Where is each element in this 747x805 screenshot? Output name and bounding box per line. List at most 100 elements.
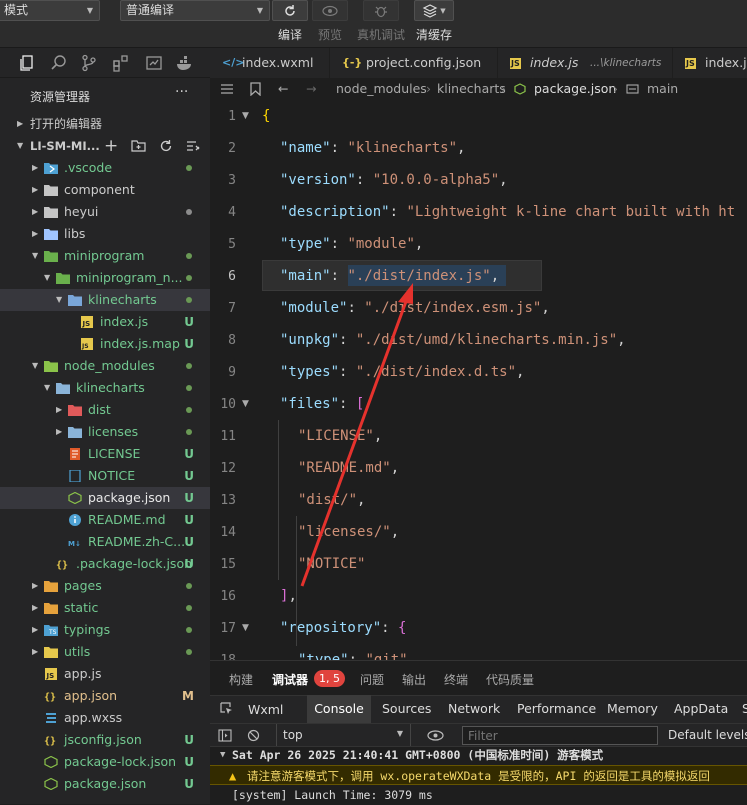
docker-icon[interactable]: [176, 54, 194, 72]
chevron-down-icon: ▼: [440, 6, 446, 15]
tree-item[interactable]: JS index.js U: [0, 311, 210, 333]
tree-item[interactable]: LICENSE U: [0, 443, 210, 465]
tab-code-quality[interactable]: 代码质量: [486, 671, 534, 688]
tab-project-config-json[interactable]: {-} project.config.json: [330, 48, 498, 78]
tree-item[interactable]: {} .package-lock.json U: [0, 553, 210, 575]
fold-chevron-icon[interactable]: ▼: [242, 111, 249, 121]
line-number: 15: [220, 557, 236, 572]
tree-item[interactable]: ▶ licenses: [0, 421, 210, 443]
new-folder-icon[interactable]: [131, 139, 146, 152]
devtools-tab-console[interactable]: Console: [307, 695, 371, 723]
tab-debugger[interactable]: 调试器: [272, 671, 308, 688]
refresh-icon[interactable]: [159, 139, 173, 153]
crumb-klinecharts[interactable]: klinecharts: [437, 78, 506, 100]
files-icon[interactable]: [18, 54, 36, 72]
forward-arrow-icon[interactable]: →: [306, 78, 316, 100]
code-line: "LICENSE",: [298, 420, 382, 452]
extensions-icon[interactable]: [112, 54, 130, 72]
clear-console-icon[interactable]: [247, 729, 260, 742]
tree-item[interactable]: ▼ klinecharts: [0, 289, 210, 311]
tree-item[interactable]: {} jsconfig.json U: [0, 729, 210, 751]
devtools-tab-wxml[interactable]: Wxml: [248, 699, 283, 721]
tree-item[interactable]: ▶ libs: [0, 223, 210, 245]
source-control-icon[interactable]: [80, 54, 98, 72]
project-section[interactable]: ▼ LI-SM-MI... +: [0, 135, 210, 157]
tree-item[interactable]: JS index.js.map U: [0, 333, 210, 355]
more-actions-icon[interactable]: ···: [175, 84, 188, 100]
tree-item[interactable]: ▶ .vscode: [0, 157, 210, 179]
css-file-icon: [46, 713, 56, 723]
tree-item[interactable]: ▶ dist: [0, 399, 210, 421]
tab-index-js-klinecharts[interactable]: JS index.js ...\klinecharts: [498, 48, 673, 78]
context-select[interactable]: top ▼: [276, 724, 411, 746]
mode-select[interactable]: 模式 ▼: [0, 0, 100, 21]
sidebar-toggle-icon[interactable]: [218, 729, 232, 742]
code-line: "licenses/",: [298, 516, 399, 548]
tree-item[interactable]: ▼ miniprogram: [0, 245, 210, 267]
compile-button[interactable]: [272, 0, 308, 21]
tab-problems[interactable]: 问题: [360, 671, 384, 688]
tree-item[interactable]: ▼ miniprogram_n...: [0, 267, 210, 289]
tree-item[interactable]: ▶ pages: [0, 575, 210, 597]
code-editor[interactable]: {"name": "klinecharts", "version": "10.0.…: [260, 100, 747, 660]
console-filter-input[interactable]: [462, 726, 658, 745]
tree-item[interactable]: NOTICE U: [0, 465, 210, 487]
chevron-right-icon: ▶: [32, 647, 39, 656]
code-token: "type": [298, 652, 349, 660]
collapse-all-icon[interactable]: [186, 140, 200, 152]
search-icon[interactable]: [50, 54, 68, 72]
tree-item[interactable]: ▶ TS typings: [0, 619, 210, 641]
tree-item[interactable]: ▼ klinecharts: [0, 377, 210, 399]
bookmark-icon[interactable]: [250, 82, 261, 96]
tree-item[interactable]: JS app.js: [0, 663, 210, 685]
tree-item[interactable]: package-lock.json U: [0, 751, 210, 773]
devtools-tab-sources[interactable]: Sources: [382, 698, 431, 720]
tree-item[interactable]: M↓ README.zh-C... U: [0, 531, 210, 553]
crumb-main[interactable]: main: [647, 78, 678, 100]
crumb-node-modules[interactable]: node_modules: [336, 78, 427, 100]
tree-item-label: libs: [64, 226, 86, 241]
tree-item[interactable]: app.wxss: [0, 707, 210, 729]
tab-output[interactable]: 输出: [402, 671, 426, 688]
devtools-tab-more[interactable]: S: [742, 698, 747, 720]
tab-index-js[interactable]: JS index.js: [673, 48, 747, 78]
fold-chevron-icon[interactable]: ▼: [242, 399, 249, 409]
tab-terminal[interactable]: 终端: [444, 671, 468, 688]
preview-button[interactable]: [312, 0, 348, 21]
bug-icon: [375, 6, 387, 17]
tree-item[interactable]: ▶ component: [0, 179, 210, 201]
new-file-icon[interactable]: +: [104, 135, 118, 157]
tree-item[interactable]: ▶ heyui: [0, 201, 210, 223]
git-status-badge: U: [184, 315, 194, 329]
list-icon[interactable]: [220, 83, 234, 95]
tree-item[interactable]: ▶ static: [0, 597, 210, 619]
log-levels-select[interactable]: Default levels: [668, 728, 747, 742]
tree-item[interactable]: README.md U: [0, 509, 210, 531]
tree-item[interactable]: ▼ node_modules: [0, 355, 210, 377]
code-token: :: [330, 268, 348, 284]
devtools-tab-appdata[interactable]: AppData: [674, 698, 728, 720]
real-debug-button[interactable]: [363, 0, 399, 21]
inspect-icon[interactable]: [220, 702, 234, 716]
tree-item[interactable]: package.json U: [0, 487, 210, 509]
code-token: ,: [617, 332, 626, 348]
compile-select[interactable]: 普通编译 ▼: [120, 0, 270, 21]
cloud-dev-icon[interactable]: [145, 54, 163, 72]
crumb-package-json[interactable]: package.json: [534, 78, 616, 100]
tree-item[interactable]: package.json U: [0, 773, 210, 795]
fold-chevron-icon[interactable]: ▼: [242, 623, 249, 633]
tree-item[interactable]: ▶ utils: [0, 641, 210, 663]
devtools-tab-performance[interactable]: Performance: [517, 698, 596, 720]
devtools-tab-memory[interactable]: Memory: [607, 698, 658, 720]
back-arrow-icon[interactable]: ←: [278, 78, 288, 100]
clear-cache-button[interactable]: ▼: [414, 0, 454, 21]
tab-build[interactable]: 构建: [229, 671, 253, 688]
devtools-tab-network[interactable]: Network: [448, 698, 500, 720]
code-token: {: [262, 108, 271, 124]
tree-item-label: klinecharts: [88, 292, 157, 307]
tree-item[interactable]: {} app.json M: [0, 685, 210, 707]
tree-item-label: README.md: [88, 512, 166, 527]
eye-icon[interactable]: [427, 730, 444, 741]
tab-index-wxml[interactable]: </> index.wxml: [210, 48, 330, 78]
open-editors-section[interactable]: ▶ 打开的编辑器: [0, 113, 210, 135]
